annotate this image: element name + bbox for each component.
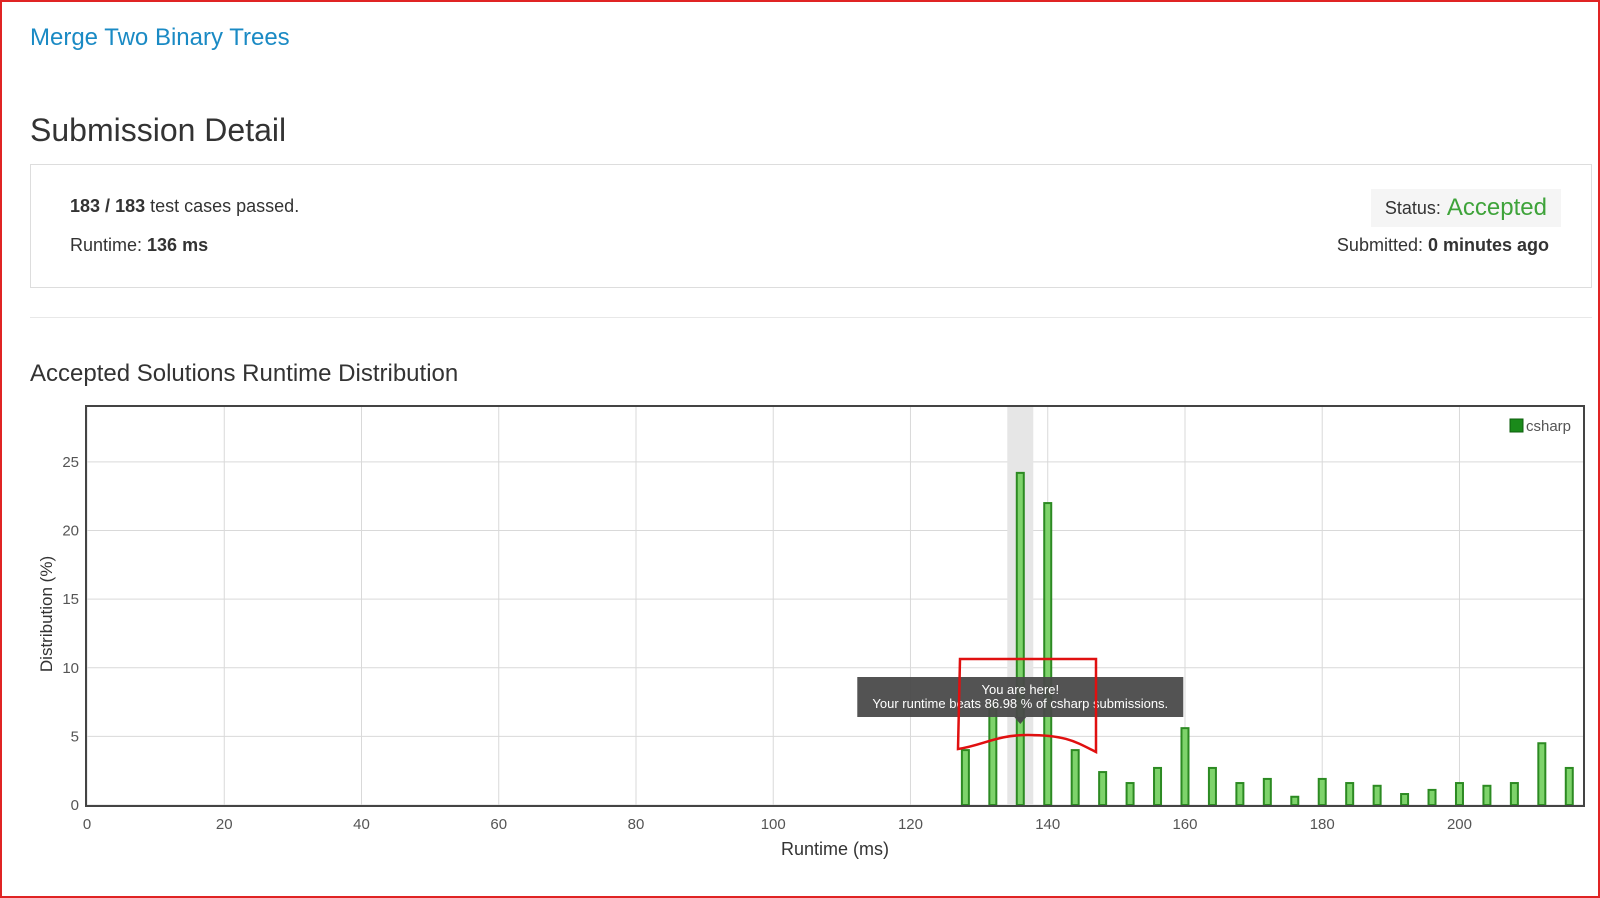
submitted-value: 0 minutes ago: [1427, 235, 1549, 255]
runtime-bar[interactable]: [1482, 784, 1492, 806]
chart-grid: [86, 407, 1583, 806]
x-tick-label: 140: [1035, 816, 1060, 833]
x-tick-label: 40: [353, 816, 370, 833]
runtime-bar[interactable]: [988, 701, 998, 807]
y-tick-label: 0: [71, 797, 79, 814]
x-tick-label: 60: [490, 816, 507, 833]
y-tick-label: 10: [62, 660, 79, 677]
section-title: Accepted Solutions Runtime Distribution: [30, 360, 459, 387]
x-tick-labels: 0 20 40 60 80 100 120 140 160 180 200: [83, 816, 1472, 833]
status-box: Status: Accepted: [1370, 189, 1561, 227]
legend-swatch: [1509, 418, 1524, 433]
status-label: Status:: [1384, 197, 1441, 218]
runtime-bar[interactable]: [1070, 749, 1080, 807]
runtime-bar[interactable]: [1427, 788, 1437, 806]
runtime-bar[interactable]: [1454, 782, 1464, 807]
runtime-distribution-chart[interactable]: 0 20 40 60 80 100 120 140 160 180 200 0 5 10 15 20 25 R…: [2, 397, 1598, 897]
tooltip-line-1: You are here!: [981, 682, 1059, 697]
x-tick-label: 0: [83, 816, 91, 833]
page-title: Submission Detail: [30, 112, 287, 148]
chart-legend[interactable]: csharp: [1509, 418, 1571, 435]
test-cases-summary: 183 / 183 test cases passed.: [70, 196, 299, 217]
runtime-bar[interactable]: [1235, 782, 1245, 807]
x-tick-label: 160: [1172, 816, 1197, 833]
chart-bars: [960, 471, 1574, 807]
section-divider: [30, 317, 1592, 318]
runtime-bar[interactable]: [1180, 727, 1190, 807]
runtime-bar[interactable]: [1207, 766, 1217, 806]
legend-label: csharp: [1526, 418, 1571, 435]
status-accepted[interactable]: Accepted: [1447, 194, 1547, 222]
submission-detail-panel: 183 / 183 test cases passed. Runtime: 13…: [30, 164, 1592, 288]
y-tick-label: 20: [62, 523, 79, 540]
runtime-bar[interactable]: [1317, 777, 1327, 806]
x-tick-label: 20: [216, 816, 233, 833]
y-axis-label: Distribution (%): [37, 556, 56, 672]
x-axis-label: Runtime (ms): [781, 839, 889, 859]
runtime-summary: Runtime: 136 ms: [70, 235, 208, 256]
runtime-bar[interactable]: [1345, 782, 1355, 807]
runtime-bar[interactable]: [1015, 471, 1025, 807]
runtime-bar[interactable]: [1125, 782, 1135, 807]
runtime-bar[interactable]: [1262, 777, 1272, 806]
total-count: 183: [115, 196, 146, 216]
runtime-bar[interactable]: [960, 749, 970, 807]
runtime-bar[interactable]: [1509, 782, 1519, 807]
passed-count: 183: [70, 196, 101, 216]
x-tick-label: 100: [761, 816, 786, 833]
submitted-label: Submitted:: [1336, 235, 1428, 255]
y-tick-label: 5: [71, 728, 79, 745]
runtime-bar[interactable]: [1564, 766, 1574, 806]
runtime-tooltip: You are here! Your runtime beats 86.98 %…: [857, 677, 1184, 724]
submitted-time: Submitted: 0 minutes ago: [1337, 235, 1549, 256]
y-tick-label: 25: [62, 454, 79, 471]
x-tick-label: 200: [1447, 816, 1472, 833]
runtime-value: 136 ms: [147, 235, 209, 255]
plot-frame: [85, 405, 1585, 807]
y-tick-labels: 0 5 10 15 20 25: [62, 454, 79, 814]
runtime-bar[interactable]: [1153, 766, 1163, 806]
runtime-bar[interactable]: [1290, 795, 1300, 806]
tooltip-line-2: Your runtime beats 86.98 % of csharp sub…: [872, 696, 1168, 711]
y-tick-label: 15: [62, 591, 79, 608]
passed-suffix: test cases passed.: [145, 196, 300, 216]
x-tick-label: 120: [898, 816, 923, 833]
runtime-bar[interactable]: [1372, 784, 1382, 806]
runtime-label: Runtime:: [70, 235, 148, 255]
runtime-bar[interactable]: [1043, 502, 1053, 806]
x-tick-label: 180: [1310, 816, 1335, 833]
runtime-bar[interactable]: [1400, 793, 1410, 807]
runtime-bar[interactable]: [1098, 771, 1108, 807]
count-separator: /: [100, 196, 116, 216]
x-tick-label: 80: [628, 816, 645, 833]
runtime-bar[interactable]: [1537, 742, 1547, 807]
problem-title-link[interactable]: Merge Two Binary Trees: [30, 24, 290, 52]
